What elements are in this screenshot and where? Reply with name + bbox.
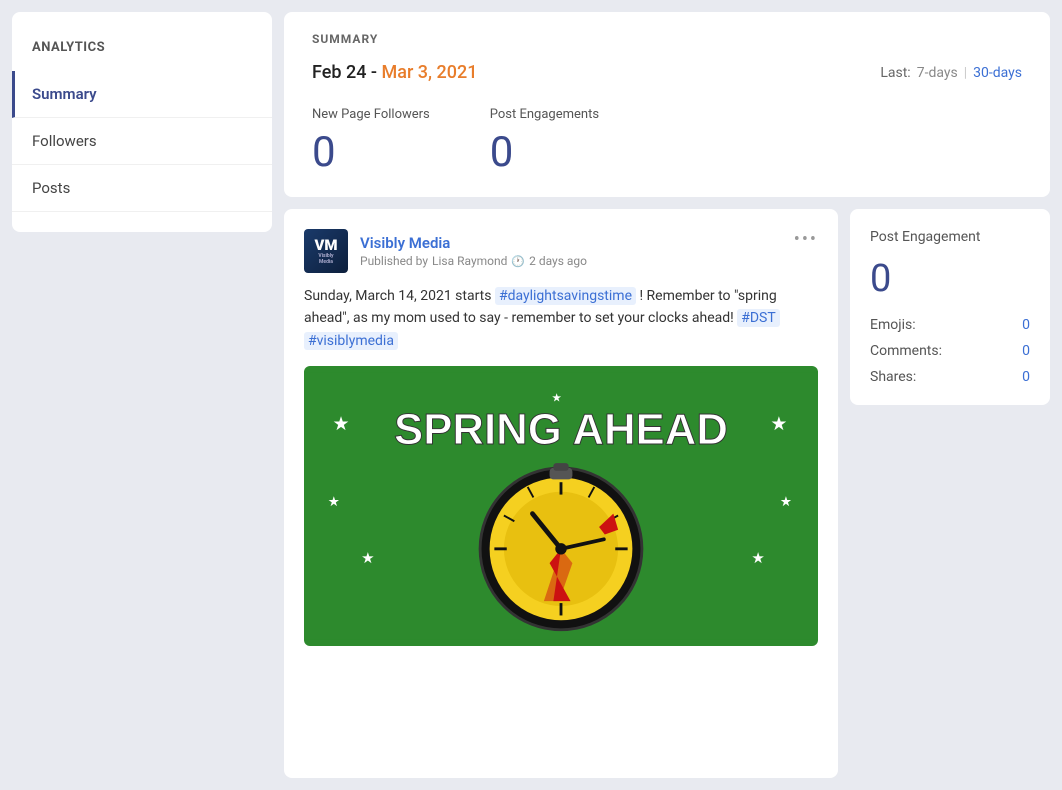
emojis-label: Emojis: [870,317,916,333]
sidebar-title: ANALYTICS [12,32,272,71]
published-prefix: Published by [360,254,428,268]
svg-text:★: ★ [328,495,340,510]
emojis-row: Emojis: 0 [870,317,1030,333]
comments-value: 0 [1022,343,1030,359]
metrics-row: New Page Followers 0 Post Engagements 0 [312,107,1022,177]
last-label: Last: [880,65,910,81]
metric-followers-value: 0 [312,128,430,177]
summary-label: SUMMARY [312,32,1022,46]
svg-text:SPRING AHEAD: SPRING AHEAD [394,405,728,454]
shares-label: Shares: [870,369,916,385]
sidebar-item-posts[interactable]: Posts [12,165,272,212]
main-content: SUMMARY Feb 24 - Mar 3, 2021 Last: 7-day… [284,0,1062,790]
engagement-title: Post Engagement [870,229,1030,245]
sidebar-item-summary[interactable]: Summary [12,71,272,118]
sidebar: ANALYTICS Summary Followers Posts [12,12,272,232]
period-30-days[interactable]: 30-days [973,65,1022,81]
date-range: Feb 24 - Mar 3, 2021 [312,62,477,83]
metric-followers-label: New Page Followers [312,107,430,122]
hashtag-visiblymedia: #visiblymedia [304,332,398,350]
date-end: Mar 3, 2021 [382,62,478,83]
clock-icon: 🕐 [511,255,525,268]
sidebar-item-followers[interactable]: Followers [12,118,272,165]
comments-row: Comments: 0 [870,343,1030,359]
shares-row: Shares: 0 [870,369,1030,385]
date-range-row: Feb 24 - Mar 3, 2021 Last: 7-days | 30-d… [312,62,1022,83]
post-published: Published by Lisa Raymond 🕐 2 days ago [360,254,587,268]
post-header: VM VisiblyMedia Visibly Media Published … [304,229,818,273]
post-header-left: VM VisiblyMedia Visibly Media Published … [304,229,587,273]
post-more-button[interactable]: ••• [794,229,818,250]
svg-text:★: ★ [751,549,765,567]
metric-new-followers: New Page Followers 0 [312,107,430,177]
comments-label: Comments: [870,343,942,359]
svg-text:★: ★ [551,390,561,404]
last-period: Last: 7-days | 30-days [880,65,1022,81]
date-start: Feb 24 - [312,62,382,83]
post-text: Sunday, March 14, 2021 starts #daylights… [304,285,818,352]
period-7-days[interactable]: 7-days [917,65,958,81]
engagement-card: Post Engagement 0 Emojis: 0 Comments: 0 … [850,209,1050,405]
svg-text:★: ★ [361,549,375,567]
shares-value: 0 [1022,369,1030,385]
publisher-name: Lisa Raymond [432,254,507,268]
time-ago: 2 days ago [529,254,587,268]
post-avatar: VM VisiblyMedia [304,229,348,273]
summary-header: SUMMARY Feb 24 - Mar 3, 2021 Last: 7-day… [284,12,1050,197]
post-image: ★ ★ ★ ★ ★ ★ ★ SPRING AHEAD [304,366,818,646]
hashtag-dst-full: #daylightsavingstime [495,287,636,305]
post-card: VM VisiblyMedia Visibly Media Published … [284,209,838,778]
metric-engagements-value: 0 [490,128,599,177]
metric-post-engagements: Post Engagements 0 [490,107,599,177]
svg-text:★: ★ [770,412,787,435]
engagement-value: 0 [870,257,1030,301]
post-meta: Visibly Media Published by Lisa Raymond … [360,234,587,268]
post-area: VM VisiblyMedia Visibly Media Published … [284,209,1050,778]
period-divider: | [964,65,967,81]
emojis-value: 0 [1022,317,1030,333]
metric-engagements-label: Post Engagements [490,107,599,122]
hashtag-dst: #DST [737,309,779,327]
svg-text:★: ★ [780,495,792,510]
engagement-stats: Emojis: 0 Comments: 0 Shares: 0 [870,317,1030,385]
svg-text:★: ★ [333,412,350,435]
post-author: Visibly Media [360,234,587,252]
